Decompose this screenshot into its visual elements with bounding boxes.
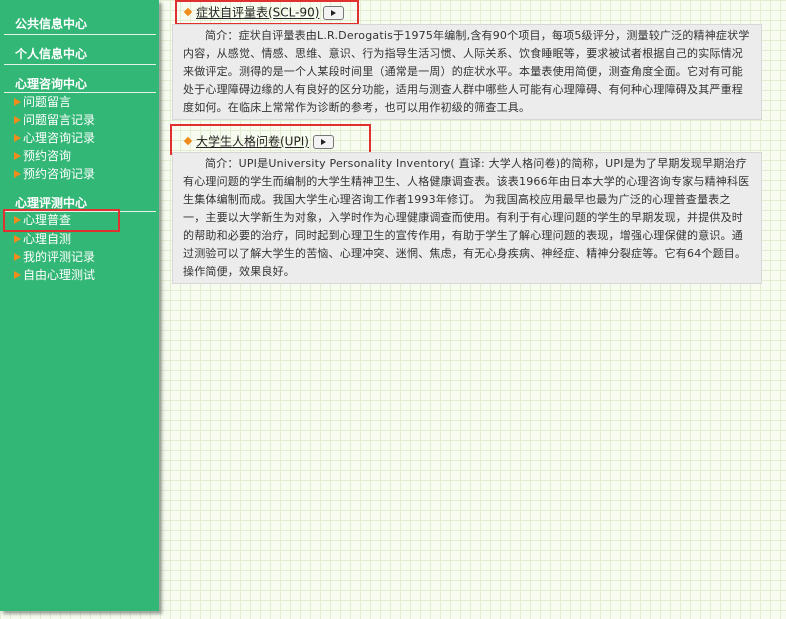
- sidebar-item-label: 问题留言记录: [23, 113, 96, 127]
- sidebar-item-appointment[interactable]: 预约咨询: [14, 148, 71, 164]
- arrow-right-icon: [14, 115, 21, 124]
- section-title-personal-info[interactable]: 个人信息中心: [15, 47, 87, 61]
- arrow-right-icon: [14, 133, 21, 142]
- arrow-right-icon: [14, 234, 21, 243]
- sidebar-item-label: 自由心理测试: [23, 268, 96, 282]
- scale-highlight-scl90: [175, 0, 359, 25]
- sidebar-item-question-message-records[interactable]: 问题留言记录: [14, 112, 95, 128]
- section-divider: [4, 92, 156, 93]
- arrow-right-icon: [14, 252, 21, 261]
- sidebar-item-my-assessment-records[interactable]: 我的评测记录: [14, 249, 95, 265]
- sidebar-item-label: 心理自测: [23, 232, 72, 246]
- sidebar: 公共信息中心 个人信息中心 心理咨询中心 问题留言 问题留言记录 心理咨询记录 …: [0, 0, 159, 611]
- section-divider: [4, 34, 156, 35]
- arrow-right-icon: [14, 169, 21, 178]
- sidebar-item-label: 预约咨询: [23, 149, 72, 163]
- section-divider: [4, 64, 156, 65]
- sidebar-item-label: 我的评测记录: [23, 250, 96, 264]
- sidebar-item-label: 预约咨询记录: [23, 167, 96, 181]
- sidebar-item-question-message[interactable]: 问题留言: [14, 94, 71, 110]
- arrow-right-icon: [14, 151, 21, 160]
- sidebar-item-label: 心理咨询记录: [23, 131, 96, 145]
- sidebar-item-free-psych-test[interactable]: 自由心理测试: [14, 267, 95, 283]
- sidebar-item-self-test[interactable]: 心理自测: [14, 231, 71, 247]
- scale-highlight-upi: [170, 124, 371, 155]
- section-title-counseling[interactable]: 心理咨询中心: [15, 77, 87, 91]
- sidebar-item-appointment-records[interactable]: 预约咨询记录: [14, 166, 95, 182]
- sidebar-item-label: 问题留言: [23, 95, 72, 109]
- section-title-assessment[interactable]: 心理评测中心: [15, 196, 87, 210]
- arrow-right-icon: [14, 270, 21, 279]
- scale-intro-scl90: 简介：症状自评量表由L.R.Derogatis于1975年编制,含有90个项目，…: [172, 24, 762, 120]
- section-title-public-info[interactable]: 公共信息中心: [15, 17, 87, 31]
- scale-intro-upi: 简介：UPI是University Personality Inventory(…: [172, 152, 762, 284]
- sidebar-item-counseling-records[interactable]: 心理咨询记录: [14, 130, 95, 146]
- active-item-highlight: [3, 209, 120, 232]
- arrow-right-icon: [14, 97, 21, 106]
